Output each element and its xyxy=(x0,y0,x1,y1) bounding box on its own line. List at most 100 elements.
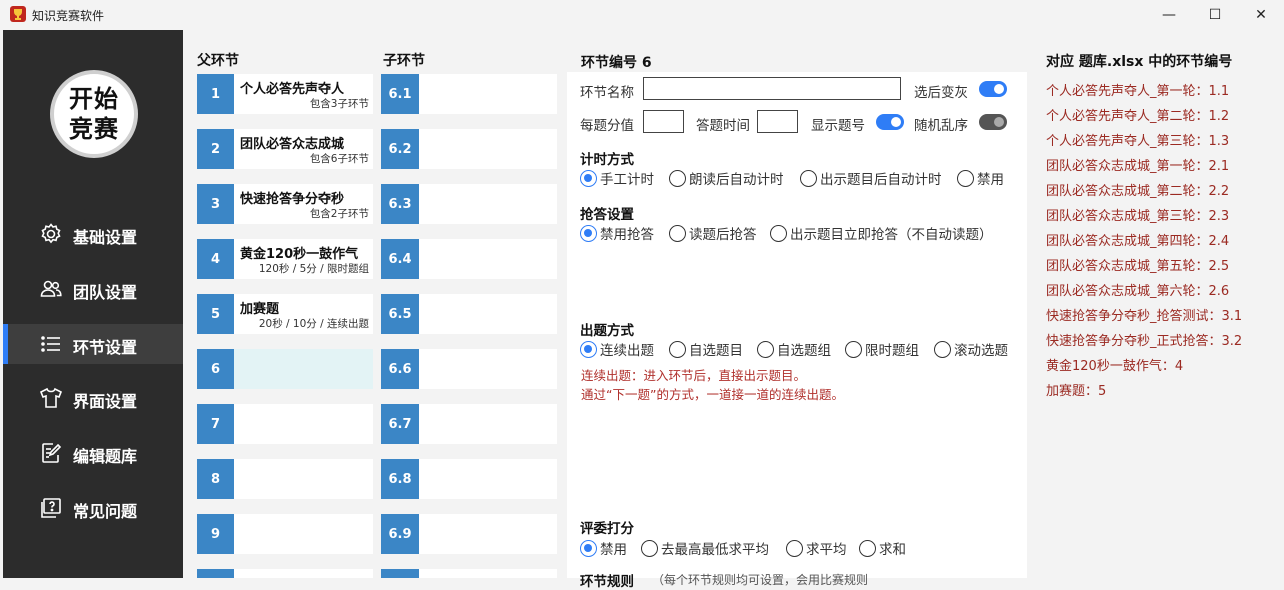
child-round-row[interactable]: 6.1 xyxy=(381,74,557,114)
score-per-question-label: 每题分值 xyxy=(580,118,634,134)
option-label: 限时题组 xyxy=(865,343,919,359)
sidebar-item-round-settings[interactable]: 环节设置 xyxy=(3,324,183,364)
parent-round-row-partial[interactable] xyxy=(197,569,373,578)
option-label: 禁用抢答 xyxy=(600,227,654,243)
round-summary: 20秒 / 10分 / 连续出题 xyxy=(258,318,369,330)
row-number: 1 xyxy=(197,74,234,114)
radio-dot xyxy=(641,539,658,557)
question-mode-self-select-group[interactable]: 自选题组 xyxy=(757,339,831,359)
child-round-row[interactable]: 6.2 xyxy=(381,129,557,169)
shirt-icon xyxy=(39,387,63,408)
option-label: 出示题目立即抢答（不自动读题） xyxy=(790,227,993,243)
radio-dot xyxy=(580,224,597,242)
shuffle-label: 随机乱序 xyxy=(914,118,968,134)
sidebar-item-label: 环节设置 xyxy=(73,338,138,357)
question-mode-self-select[interactable]: 自选题目 xyxy=(669,339,743,359)
parent-round-row[interactable]: 7 xyxy=(197,404,373,444)
parent-round-row[interactable]: 5 加赛题 20秒 / 10分 / 连续出题 xyxy=(197,294,373,334)
timing-option-manual[interactable]: 手工计时 xyxy=(580,168,654,188)
mapping-item: 团队必答众志成城_第六轮：2.6 xyxy=(1046,284,1230,299)
buzzer-option-disabled[interactable]: 禁用抢答 xyxy=(580,223,654,243)
mapping-item: 加赛题：5 xyxy=(1046,384,1107,399)
sidebar-item-basic-settings[interactable]: 基础设置 xyxy=(3,214,183,254)
buzzer-section-label: 抢答设置 xyxy=(580,207,634,223)
round-name-input[interactable] xyxy=(643,77,901,100)
round-summary: 包含2子环节 xyxy=(309,208,369,220)
row-number: 9 xyxy=(197,514,234,554)
parent-round-row[interactable]: 4 黄金120秒一鼓作气 120秒 / 5分 / 限时题组 xyxy=(197,239,373,279)
title-bar: 知识竞赛软件 — ☐ ✕ xyxy=(0,0,1284,30)
question-mode-rolling[interactable]: 滚动选题 xyxy=(934,339,1008,359)
parent-round-row[interactable]: 9 xyxy=(197,514,373,554)
answer-time-label: 答题时间 xyxy=(696,118,750,134)
round-name-label: 环节名称 xyxy=(580,85,634,101)
question-mode-section-label: 出题方式 xyxy=(580,323,634,339)
round-name: 黄金120秒一鼓作气 xyxy=(240,247,359,262)
sidebar-item-ui-settings[interactable]: 界面设置 xyxy=(3,378,183,418)
option-label: 滚动选题 xyxy=(954,343,1008,359)
mapping-item: 个人必答先声夺人_第二轮：1.2 xyxy=(1046,109,1230,124)
timing-option-after-display[interactable]: 出示题目后自动计时 xyxy=(800,168,942,188)
question-mode-continuous[interactable]: 连续出题 xyxy=(580,339,654,359)
sidebar-item-faq[interactable]: 常见问题 xyxy=(3,488,183,528)
judging-option-disabled[interactable]: 禁用 xyxy=(580,538,627,558)
judging-option-trimmed-mean[interactable]: 去最高最低求平均 xyxy=(641,538,769,558)
parent-round-row[interactable]: 8 xyxy=(197,459,373,499)
judging-section-label: 评委打分 xyxy=(580,521,634,537)
help-icon xyxy=(41,498,61,518)
mapping-item: 团队必答众志成城_第四轮：2.4 xyxy=(1046,234,1230,249)
maximize-button[interactable]: ☐ xyxy=(1192,0,1238,30)
timing-option-disabled[interactable]: 禁用 xyxy=(957,168,1004,188)
judging-option-sum[interactable]: 求和 xyxy=(859,538,906,558)
rules-section-label: 环节规则 xyxy=(580,574,634,590)
sidebar-item-edit-question-bank[interactable]: 编辑题库 xyxy=(3,433,183,473)
score-per-question-input[interactable] xyxy=(643,110,684,133)
sidebar-item-team-settings[interactable]: 团队设置 xyxy=(3,269,183,309)
shuffle-toggle[interactable] xyxy=(979,114,1007,130)
radio-dot xyxy=(669,340,686,358)
child-number: 6.2 xyxy=(381,129,419,169)
sidebar-item-label: 基础设置 xyxy=(73,228,138,247)
start-contest-button[interactable]: 开始 竞赛 xyxy=(50,70,138,158)
child-round-row[interactable]: 6.4 xyxy=(381,239,557,279)
judging-option-average[interactable]: 求平均 xyxy=(786,538,847,558)
option-label: 求和 xyxy=(879,542,906,558)
child-round-row[interactable]: 6.9 xyxy=(381,514,557,554)
mapping-item: 团队必答众志成城_第五轮：2.5 xyxy=(1046,259,1230,274)
row-number: 2 xyxy=(197,129,234,169)
child-round-row[interactable]: 6.8 xyxy=(381,459,557,499)
radio-dot xyxy=(786,539,803,557)
show-question-number-toggle[interactable] xyxy=(876,114,904,130)
child-round-row[interactable]: 6.3 xyxy=(381,184,557,224)
buzzer-option-immediate[interactable]: 出示题目立即抢答（不自动读题） xyxy=(770,223,993,243)
radio-dot xyxy=(934,340,951,358)
parent-round-row[interactable]: 3 快速抢答争分夺秒 包含2子环节 xyxy=(197,184,373,224)
option-label: 自选题组 xyxy=(777,343,831,359)
parent-round-row-selected[interactable]: 6 xyxy=(197,349,373,389)
answer-time-input[interactable] xyxy=(757,110,798,133)
parent-round-row[interactable]: 1 个人必答先声夺人 包含3子环节 xyxy=(197,74,373,114)
row-number: 7 xyxy=(197,404,234,444)
question-mode-description-1: 连续出题：进入环节后，直接出示题目。 xyxy=(581,368,807,383)
option-label: 禁用 xyxy=(600,542,627,558)
child-number: 6.6 xyxy=(381,349,419,389)
child-round-row[interactable]: 6.6 xyxy=(381,349,557,389)
child-round-row[interactable]: 6.5 xyxy=(381,294,557,334)
show-question-number-label: 显示题号 xyxy=(811,118,865,134)
round-summary: 包含3子环节 xyxy=(309,98,369,110)
child-round-row[interactable]: 6.7 xyxy=(381,404,557,444)
minimize-button[interactable]: — xyxy=(1146,0,1192,30)
timing-section-label: 计时方式 xyxy=(580,152,634,168)
radio-dot xyxy=(580,539,597,557)
parent-round-row[interactable]: 2 团队必答众志成城 包含6子环节 xyxy=(197,129,373,169)
close-button[interactable]: ✕ xyxy=(1238,0,1284,30)
sidebar: 开始 竞赛 基础设置 团队设置 环节设置 界面设置 编辑题库 常见问题 xyxy=(3,30,183,578)
question-mode-timed-group[interactable]: 限时题组 xyxy=(845,339,919,359)
edit-icon xyxy=(42,443,62,463)
buzzer-option-after-reading[interactable]: 读题后抢答 xyxy=(669,223,757,243)
radio-dot xyxy=(770,224,787,242)
gray-after-select-toggle[interactable] xyxy=(979,81,1007,97)
timing-option-after-reading[interactable]: 朗读后自动计时 xyxy=(669,168,784,188)
mapping-item: 黄金120秒一鼓作气：4 xyxy=(1046,359,1184,374)
child-round-row-partial[interactable] xyxy=(381,569,557,578)
